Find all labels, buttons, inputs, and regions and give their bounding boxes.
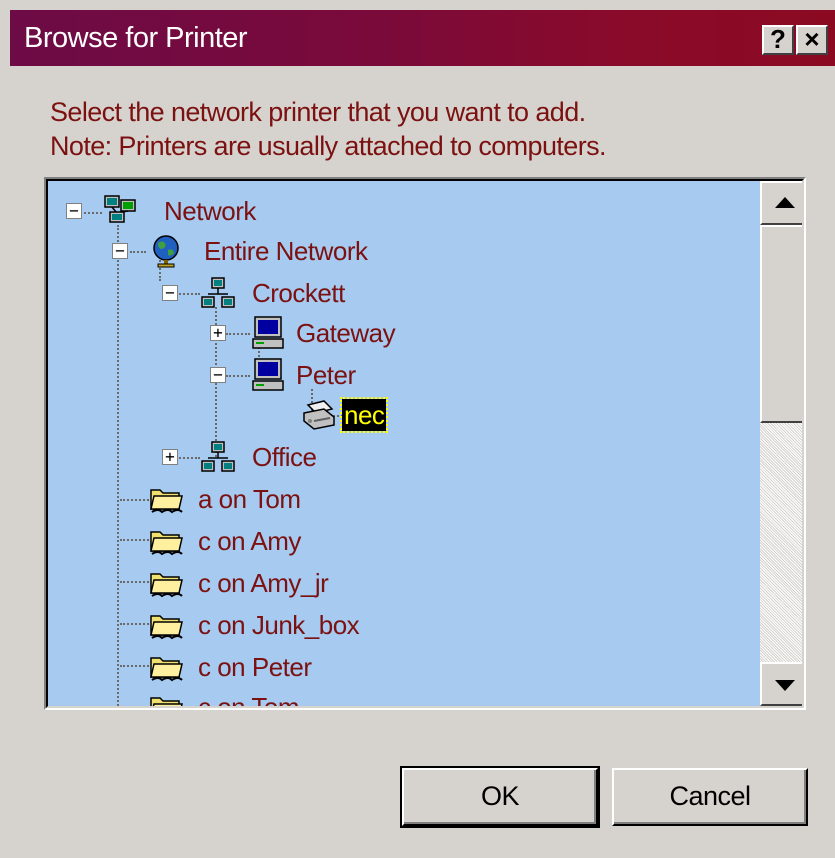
- computer-icon: [252, 316, 284, 349]
- tree-item-gateway[interactable]: Gateway: [296, 317, 396, 349]
- printer-icon: [303, 400, 335, 430]
- tree-item-a-on-tom[interactable]: a on Tom: [198, 483, 301, 515]
- tree-item-c-on-tom[interactable]: c on Tom: [198, 691, 300, 706]
- tree-item-c-on-peter[interactable]: c on Peter: [198, 651, 312, 683]
- tree-item-c-on-junk-box[interactable]: c on Junk_box: [198, 609, 360, 641]
- tree-item-peter[interactable]: Peter: [296, 359, 356, 391]
- collapse-crockett-toggle[interactable]: −: [162, 285, 178, 301]
- shared-folder-icon: [150, 489, 183, 514]
- scroll-down-arrow-icon: [775, 680, 795, 691]
- workgroup-icon: [201, 277, 235, 308]
- tree-item-office[interactable]: Office: [252, 441, 317, 473]
- ok-button[interactable]: OK: [400, 766, 600, 828]
- expand-office-toggle[interactable]: +: [162, 449, 178, 465]
- computer-icon: [252, 358, 284, 391]
- shared-folder-icon: [150, 615, 183, 640]
- help-button[interactable]: ?: [762, 25, 794, 55]
- close-button[interactable]: ×: [796, 25, 828, 55]
- instruction-line-2: Note: Printers are usually attached to c…: [50, 131, 606, 161]
- tree-item-nec[interactable]: nec: [339, 397, 389, 433]
- scroll-up-button[interactable]: [760, 181, 802, 225]
- shared-folder-icon: [150, 573, 183, 598]
- shared-folder-icon: [150, 697, 183, 706]
- cancel-button[interactable]: Cancel: [612, 768, 808, 826]
- scroll-up-arrow-icon: [775, 197, 795, 208]
- tree-item-entire-network[interactable]: Entire Network: [204, 235, 368, 267]
- scroll-down-button[interactable]: [760, 662, 802, 706]
- globe-icon: [153, 235, 179, 268]
- network-icon: [104, 195, 136, 223]
- shared-folder-icon: [150, 657, 183, 682]
- scroll-thumb[interactable]: [760, 225, 802, 423]
- title-bar[interactable]: Browse for Printer ? ×: [10, 10, 835, 66]
- printer-tree-view[interactable]: − − − + − + Network Entire Network Crock…: [44, 177, 806, 710]
- collapse-network-toggle[interactable]: −: [66, 203, 82, 219]
- collapse-peter-toggle[interactable]: −: [210, 367, 226, 383]
- tree-item-network[interactable]: Network: [164, 195, 256, 227]
- browse-for-printer-dialog: Browse for Printer ? × Select the networ…: [0, 0, 835, 858]
- tree-item-crockett[interactable]: Crockett: [252, 277, 345, 309]
- window-title: Browse for Printer: [24, 22, 248, 54]
- tree-item-c-on-amy[interactable]: c on Amy: [198, 525, 301, 557]
- instruction-line-1: Select the network printer that you want…: [50, 97, 586, 127]
- tree-item-c-on-amy-jr[interactable]: c on Amy_jr: [198, 567, 329, 599]
- workgroup-icon: [201, 441, 235, 472]
- vertical-scrollbar[interactable]: [760, 181, 802, 706]
- tree-content[interactable]: − − − + − + Network Entire Network Crock…: [48, 181, 760, 706]
- expand-gateway-toggle[interactable]: +: [210, 325, 226, 341]
- shared-folder-icon: [150, 531, 183, 556]
- collapse-entire-network-toggle[interactable]: −: [112, 243, 128, 259]
